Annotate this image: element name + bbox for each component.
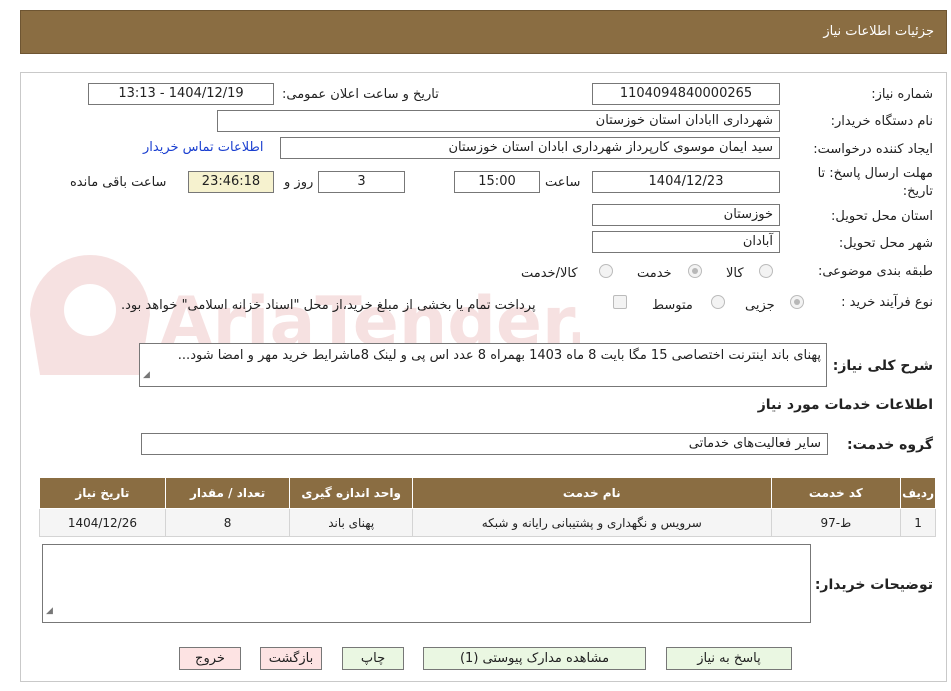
purchase-type-option-medium: متوسط xyxy=(652,298,693,313)
col-quantity: تعداد / مقدار xyxy=(164,477,291,509)
col-unit: واحد اندازه گیری xyxy=(289,477,413,509)
buyer-notes-textarea[interactable]: ◢ xyxy=(42,544,811,623)
creator-field: سید ایمان موسوی کارپرداز شهرداری ابادان … xyxy=(280,137,780,159)
city-field: آبادان xyxy=(592,231,780,253)
deadline-time-field: 15:00 xyxy=(454,171,540,193)
need-description-textarea[interactable]: پهنای باند اینترنت اختصاصی 15 مگا بایت 8… xyxy=(139,343,827,387)
col-service-name: نام خدمت xyxy=(411,477,772,509)
purchase-type-radio-medium[interactable] xyxy=(711,295,725,309)
category-radio-goods-service[interactable] xyxy=(599,264,613,278)
category-option-goods: کالا xyxy=(726,266,744,281)
need-number-field: 1104094840000265 xyxy=(592,83,780,105)
cell-quantity: 8 xyxy=(164,508,291,537)
deadline-time-label: ساعت xyxy=(545,175,581,190)
treasury-payment-checkbox[interactable] xyxy=(613,295,627,309)
deadline-label: مهلت ارسال پاسخ: تا xyxy=(817,166,933,181)
service-group-label: گروه خدمت: xyxy=(847,437,933,453)
remaining-time-label: ساعت باقی مانده xyxy=(70,175,167,190)
creator-label: ایجاد کننده درخواست: xyxy=(813,142,933,157)
announce-date-field: 1404/12/19 - 13:13 xyxy=(88,83,274,105)
days-label: روز و xyxy=(284,175,314,190)
category-option-goods-service: کالا/خدمت xyxy=(521,266,578,281)
category-radio-service[interactable] xyxy=(688,264,702,278)
category-radio-goods[interactable] xyxy=(759,264,773,278)
buyer-notes-label: توضیحات خریدار: xyxy=(814,577,933,593)
view-attachments-button[interactable]: مشاهده مدارک پیوستی (1) xyxy=(423,647,646,670)
reply-to-need-button[interactable]: پاسخ به نیاز xyxy=(666,647,792,670)
cell-service-code: ط-97 xyxy=(770,508,902,537)
resize-handle-icon[interactable]: ◢ xyxy=(46,603,53,620)
buyer-contact-link[interactable]: اطلاعات تماس خریدار xyxy=(143,140,263,155)
page-title: جزئیات اطلاعات نیاز xyxy=(823,24,934,39)
cell-service-name: سرویس و نگهداری و پشتیبانی رایانه و شبکه xyxy=(411,508,772,537)
purchase-type-radio-minor[interactable] xyxy=(790,295,804,309)
remaining-time-field: 23:46:18 xyxy=(188,171,274,193)
cell-need-date: 1404/12/26 xyxy=(39,508,166,537)
buyer-org-label: نام دستگاه خریدار: xyxy=(830,114,933,129)
deadline-label-date: تاریخ: xyxy=(902,184,933,199)
buyer-org-field: شهرداری اابادان استان خوزستان xyxy=(217,110,780,132)
services-section-title: اطلاعات خدمات مورد نیاز xyxy=(757,397,933,413)
services-table-header: ردیف کد خدمت نام خدمت واحد اندازه گیری ت… xyxy=(39,477,936,509)
resize-handle-icon[interactable]: ◢ xyxy=(143,367,150,384)
col-need-date: تاریخ نیاز xyxy=(39,477,166,509)
service-group-field: سایر فعالیت‌های خدماتی xyxy=(141,433,828,455)
services-table: ردیف کد خدمت نام خدمت واحد اندازه گیری ت… xyxy=(39,477,936,537)
category-label: طبقه بندی موضوعی: xyxy=(817,264,933,279)
province-field: خوزستان xyxy=(592,204,780,226)
category-option-service: خدمت xyxy=(637,266,672,281)
table-row: 1 ط-97 سرویس و نگهداری و پشتیبانی رایانه… xyxy=(39,508,936,537)
province-label: استان محل تحویل: xyxy=(831,209,933,224)
print-button[interactable]: چاپ xyxy=(342,647,404,670)
col-row-number: ردیف xyxy=(900,477,936,509)
announce-date-label: تاریخ و ساعت اعلان عمومی: xyxy=(282,87,439,102)
purchase-type-label: نوع فرآیند خرید : xyxy=(841,295,933,310)
city-label: شهر محل تحویل: xyxy=(838,236,933,251)
page-header: جزئیات اطلاعات نیاز xyxy=(20,10,947,54)
exit-button[interactable]: خروج xyxy=(179,647,241,670)
need-number-label: شماره نیاز: xyxy=(871,87,933,102)
remaining-days-field: 3 xyxy=(318,171,405,193)
cell-unit: پهنای باند xyxy=(289,508,413,537)
watermark-logo-icon xyxy=(30,255,150,375)
col-service-code: کد خدمت xyxy=(770,477,902,509)
deadline-date-field: 1404/12/23 xyxy=(592,171,780,193)
need-description-text: پهنای باند اینترنت اختصاصی 15 مگا بایت 8… xyxy=(177,348,821,363)
need-description-label: شرح کلی نیاز: xyxy=(832,358,933,374)
purchase-type-option-minor: جزیی xyxy=(745,298,775,313)
back-button[interactable]: بازگشت xyxy=(260,647,322,670)
treasury-payment-note: پرداخت تمام یا بخشی از مبلغ خرید،از محل … xyxy=(121,298,536,313)
cell-row-number: 1 xyxy=(900,508,936,537)
